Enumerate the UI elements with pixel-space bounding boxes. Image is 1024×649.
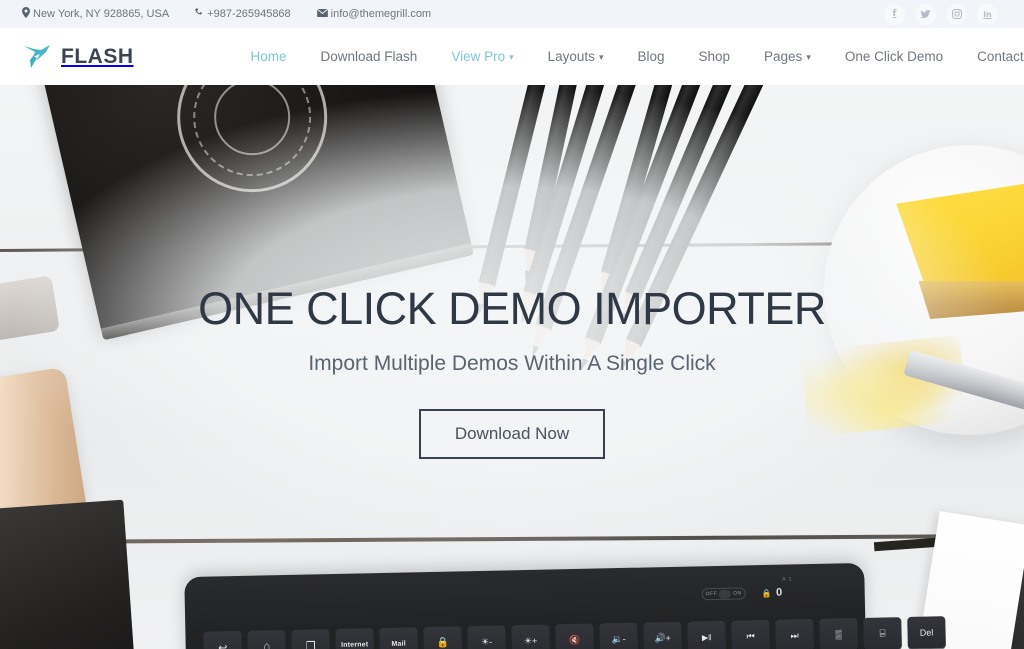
previous-track-key[interactable]: ⏮ <box>731 619 770 649</box>
hero-title: ONE CLICK DEMO IMPORTER <box>198 283 826 334</box>
site-logo[interactable]: FLASH <box>18 43 134 71</box>
nav-item-one-click-demo[interactable]: One Click Demo <box>828 49 960 64</box>
apps-key[interactable]: ▒ <box>819 618 858 649</box>
top-info-bar: New York, NY 928865, USA +987-265945868 … <box>0 0 1024 28</box>
brightness-up-glyph: ☀+ <box>523 635 538 646</box>
email-item[interactable]: info@themegrill.com <box>316 8 432 20</box>
top-contact-group: New York, NY 928865, USA +987-265945868 … <box>22 7 431 21</box>
num-lock-value: 0 <box>775 586 783 599</box>
hero-section: business A1 OFF ON 🔒 0 ↩ ⌂ ❐ Interne <box>0 85 1024 649</box>
internet-key-glyph: Internet <box>340 640 369 649</box>
address-item: New York, NY 928865, USA <box>22 7 169 21</box>
switch-on-label: ON <box>733 590 742 597</box>
site-header: FLASH Home Download Flash View Pro ▾ Layo… <box>0 28 1024 85</box>
nav-item-layouts[interactable]: Layouts ▾ <box>531 49 621 64</box>
nav-label-shop: Shop <box>698 49 731 64</box>
nav-item-view-pro[interactable]: View Pro ▾ <box>434 49 530 64</box>
back-key[interactable]: ↩ <box>203 630 243 649</box>
nav-label-pages: Pages <box>764 49 803 64</box>
brightness-down-key[interactable]: ☀- <box>467 625 506 649</box>
linkedin-icon[interactable]: in <box>977 3 998 25</box>
brightness-up-key[interactable]: ☀+ <box>511 624 550 649</box>
phone-item[interactable]: +987-265945868 <box>195 8 291 20</box>
dark-book-bottom-left <box>0 499 137 649</box>
switch-off-label: OFF <box>705 590 718 598</box>
mail-key[interactable]: Mail <box>379 627 419 649</box>
chevron-down-icon: ▾ <box>509 52 514 62</box>
facebook-glyph: f <box>892 9 897 19</box>
play-pause-glyph: ▶‖ <box>701 632 712 642</box>
home-key-glyph: ⌂ <box>263 640 271 649</box>
flash-bird-logo-icon <box>22 43 52 71</box>
site-title: FLASH <box>61 44 134 68</box>
apps-glyph: ▒ <box>835 629 842 640</box>
chevron-down-icon: ▾ <box>598 52 604 62</box>
linkedin-glyph: in <box>983 9 992 19</box>
volume-down-glyph: 🔉- <box>611 633 626 644</box>
keyboard-key[interactable]: ⌸ <box>863 617 902 649</box>
window-key-glyph: ❐ <box>305 639 316 649</box>
hero-content: ONE CLICK DEMO IMPORTER Import Multiple … <box>0 283 1024 460</box>
internet-key[interactable]: Internet <box>335 628 375 649</box>
home-key[interactable]: ⌂ <box>247 630 287 649</box>
mute-key[interactable]: 🔇 <box>555 623 594 649</box>
nav-item-shop[interactable]: Shop <box>682 49 748 64</box>
map-pin-icon <box>22 7 30 21</box>
volume-up-key[interactable]: 🔊+ <box>643 621 682 649</box>
mute-glyph: 🔇 <box>568 634 581 645</box>
keyboard-caps-indicator-label: A1 <box>782 576 795 583</box>
keyboard-function-row: ↩ ⌂ ❐ Internet Mail 🔒 ☀- ☀+ 🔇 🔉- 🔊+ ▶‖ ⏮… <box>203 616 946 649</box>
next-track-key[interactable]: ⏭ <box>775 618 814 649</box>
main-navigation: Home Download Flash View Pro ▾ Layouts ▾ B… <box>234 49 1024 64</box>
brightness-down-glyph: ☀- <box>481 636 493 647</box>
previous-track-glyph: ⏮ <box>746 630 755 641</box>
switch-knob <box>719 589 732 599</box>
nav-item-home[interactable]: Home <box>234 49 304 64</box>
email-text: info@themegrill.com <box>330 8 432 20</box>
keyboard: A1 OFF ON 🔒 0 ↩ ⌂ ❐ Internet Mail 🔒 ☀- ☀… <box>184 562 946 649</box>
nav-item-pages[interactable]: Pages ▾ <box>747 49 828 64</box>
hero-subtitle: Import Multiple Demos Within A Single Cl… <box>308 352 716 376</box>
instagram-icon[interactable] <box>946 3 967 25</box>
lock-icon: 🔒 <box>761 588 773 598</box>
nav-label-download-flash: Download Flash <box>320 49 418 64</box>
lock-key-glyph: 🔒 <box>436 637 450 649</box>
notebook-seal-emblem <box>177 85 328 193</box>
delete-key-glyph: Del <box>919 627 934 638</box>
twitter-icon[interactable] <box>915 3 936 25</box>
mail-key-glyph: Mail <box>391 640 406 648</box>
lock-key[interactable]: 🔒 <box>423 626 463 649</box>
social-links: f in <box>884 3 1006 25</box>
keyboard-indicator-group: OFF ON 🔒 0 <box>701 586 783 601</box>
nav-label-contact: Contact <box>977 49 1024 64</box>
nav-label-layouts: Layouts <box>547 49 595 64</box>
window-key[interactable]: ❐ <box>291 629 331 649</box>
facebook-icon[interactable]: f <box>884 3 905 25</box>
nav-item-download-flash[interactable]: Download Flash <box>304 49 435 64</box>
phone-text: +987-265945868 <box>207 8 291 20</box>
address-text: New York, NY 928865, USA <box>33 8 170 20</box>
back-key-glyph: ↩ <box>217 641 228 649</box>
chevron-down-icon: ▾ <box>806 52 811 62</box>
envelope-icon <box>316 8 328 20</box>
phone-icon <box>195 8 204 20</box>
volume-up-glyph: 🔊+ <box>654 632 671 643</box>
nav-label-home: Home <box>250 49 287 64</box>
nav-label-one-click-demo: One Click Demo <box>844 49 944 64</box>
nav-label-view-pro: View Pro <box>451 49 506 64</box>
next-track-glyph: ⏭ <box>790 629 799 640</box>
play-pause-key[interactable]: ▶‖ <box>687 620 726 649</box>
nav-item-contact[interactable]: Contact <box>960 49 1024 64</box>
nav-item-blog[interactable]: Blog <box>620 49 681 64</box>
delete-key[interactable]: Del <box>907 616 946 649</box>
num-lock-indicator: 🔒 0 <box>761 586 783 599</box>
keyboard-glyph: ⌸ <box>879 627 886 640</box>
nav-label-blog: Blog <box>637 49 665 64</box>
volume-down-key[interactable]: 🔉- <box>599 622 638 649</box>
download-now-button[interactable]: Download Now <box>418 409 606 460</box>
power-switch[interactable]: OFF ON <box>701 587 746 601</box>
